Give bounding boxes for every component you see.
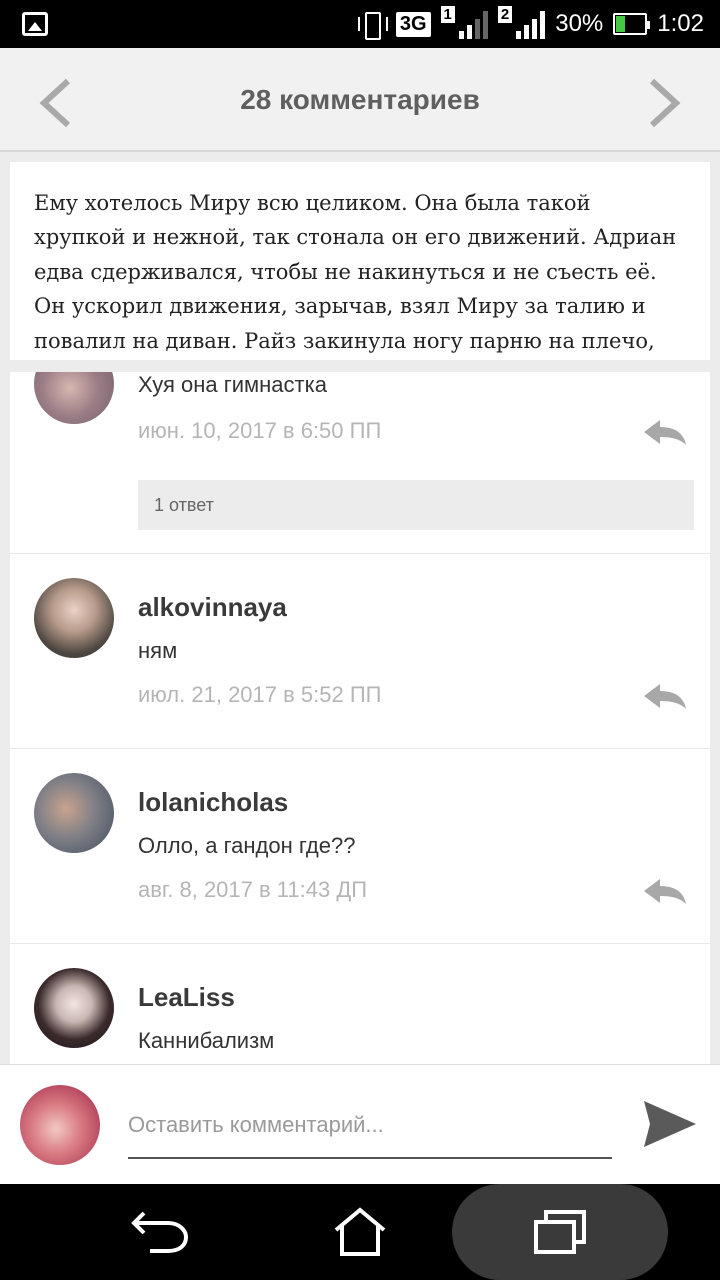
- status-icons: 3G 1 2 30% 1:02: [356, 0, 704, 48]
- comment-date: июл. 21, 2017 в 5:52 ПП: [138, 682, 382, 707]
- signal-icon: [458, 9, 488, 39]
- story-excerpt: Ему хотелось Миру всю целиком. Она была …: [10, 162, 710, 360]
- send-icon[interactable]: [642, 1097, 698, 1151]
- gallery-icon: [22, 12, 48, 36]
- user-avatar[interactable]: [20, 1085, 100, 1165]
- reply-icon[interactable]: [642, 682, 688, 710]
- signal-icon-2: [516, 9, 546, 39]
- sim2-label: 2: [497, 6, 513, 23]
- comment-date: авг. 8, 2017 в 11:43 ДП: [138, 877, 368, 902]
- replies-button[interactable]: 1 ответ: [138, 480, 694, 530]
- vibrate-icon: [356, 10, 388, 40]
- home-icon[interactable]: [290, 1184, 430, 1280]
- clock: 1:02: [657, 10, 704, 37]
- network-type: 3G: [395, 11, 431, 37]
- chevron-right-icon[interactable]: [648, 78, 682, 128]
- comment-item: alkovinnaya ням июл. 21, 2017 в 5:52 ПП: [10, 554, 710, 749]
- comment-username[interactable]: lolanicholas: [138, 787, 288, 818]
- comment-input-bar: Оставить комментарий...: [0, 1064, 720, 1184]
- page-title: 28 комментариев: [240, 84, 480, 115]
- comment-text: ням: [138, 638, 178, 663]
- comments-list[interactable]: Хуя она гимнастка июн. 10, 2017 в 6:50 П…: [10, 372, 710, 1064]
- comment-item: LeaLiss Каннибализм: [10, 944, 710, 1064]
- comment-item: lolanicholas Олло, а гандон где?? авг. 8…: [10, 749, 710, 944]
- comment-text: Олло, а гандон где??: [138, 833, 356, 858]
- comment-username[interactable]: alkovinnaya: [138, 592, 287, 623]
- comment-input[interactable]: Оставить комментарий...: [128, 1105, 612, 1159]
- sim1-label: 1: [440, 6, 455, 23]
- reply-icon[interactable]: [642, 418, 688, 446]
- comments-header: 28 комментариев: [0, 48, 720, 152]
- back-icon[interactable]: [90, 1184, 230, 1280]
- comment-date: июн. 10, 2017 в 6:50 ПП: [138, 418, 382, 443]
- excerpt-text: Ему хотелось Миру всю целиком. Она была …: [34, 191, 677, 353]
- comment-text: Хуя она гимнастка: [138, 372, 327, 397]
- reply-icon[interactable]: [642, 877, 688, 905]
- battery-percent: 30%: [555, 10, 604, 37]
- comment-text: Каннибализм: [138, 1028, 275, 1053]
- status-bar: 3G 1 2 30% 1:02: [0, 0, 720, 48]
- avatar[interactable]: [34, 372, 114, 424]
- avatar[interactable]: [34, 578, 114, 658]
- avatar[interactable]: [34, 968, 114, 1048]
- comment-item: Хуя она гимнастка июн. 10, 2017 в 6:50 П…: [10, 372, 710, 554]
- battery-charging-icon: [613, 13, 651, 35]
- avatar[interactable]: [34, 773, 114, 853]
- recent-apps-icon[interactable]: [490, 1184, 630, 1280]
- comment-username[interactable]: LeaLiss: [138, 982, 235, 1013]
- system-nav-bar: [0, 1184, 720, 1280]
